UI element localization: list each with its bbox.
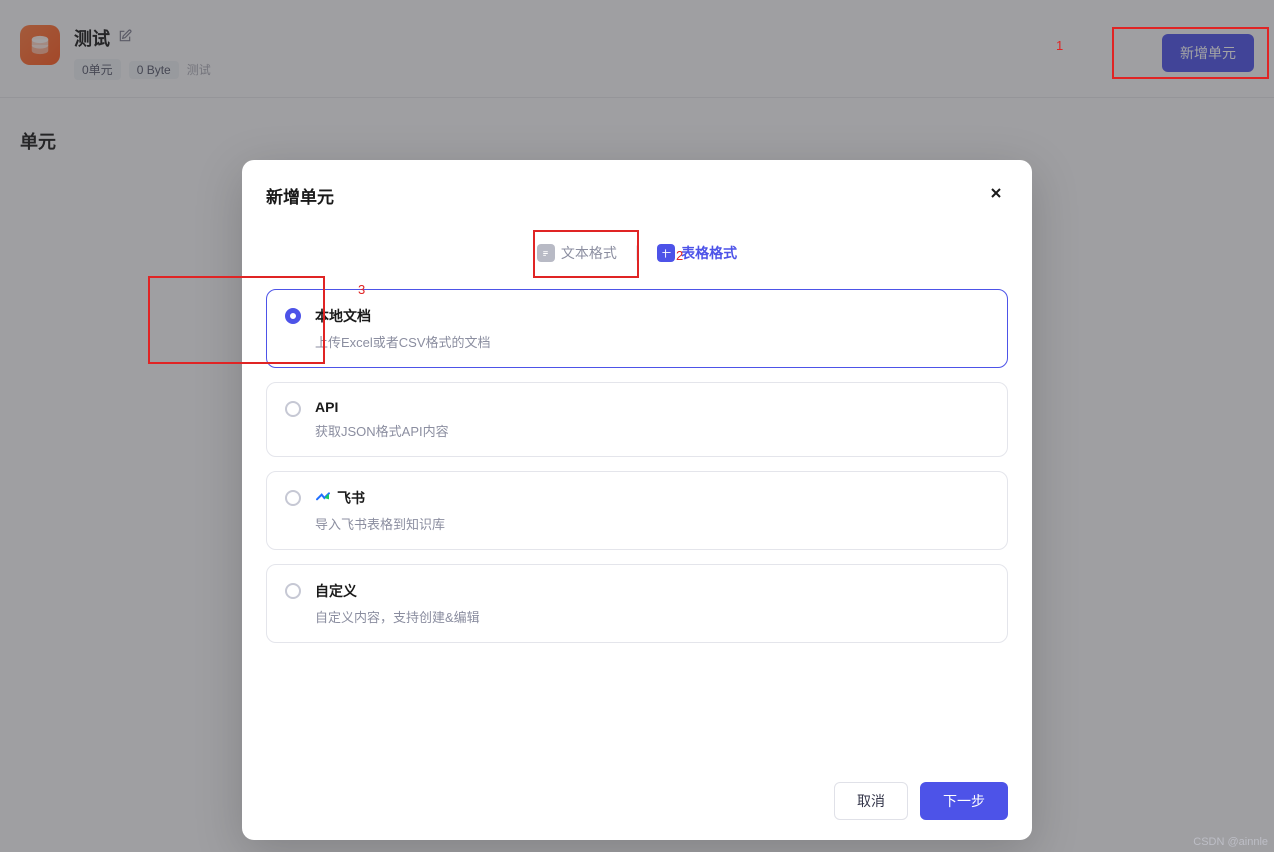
table-format-icon — [657, 244, 675, 262]
next-button[interactable]: 下一步 — [920, 782, 1008, 820]
modal-title: 新增单元 — [266, 183, 334, 208]
tab-text-format[interactable]: 文本格式 — [527, 237, 627, 269]
option-feishu[interactable]: 飞书 导入飞书表格到知识库 — [266, 471, 1008, 550]
option-body: 本地文档 上传Excel或者CSV格式的文档 — [315, 306, 491, 351]
feishu-icon — [315, 490, 331, 506]
tab-table-format[interactable]: 表格格式 — [647, 237, 747, 269]
modal-backdrop: 新增单元 文本格式 | 表格格式 — [0, 0, 1274, 852]
add-unit-modal: 新增单元 文本格式 | 表格格式 — [242, 160, 1032, 840]
radio-feishu[interactable] — [285, 490, 301, 506]
option-local-doc[interactable]: 本地文档 上传Excel或者CSV格式的文档 — [266, 289, 1008, 368]
source-options: 本地文档 上传Excel或者CSV格式的文档 API 获取JSON格式API内容… — [242, 289, 1032, 768]
option-desc: 获取JSON格式API内容 — [315, 421, 449, 440]
option-body: 飞书 导入飞书表格到知识库 — [315, 488, 445, 533]
option-desc: 自定义内容，支持创建&编辑 — [315, 607, 480, 626]
option-desc: 上传Excel或者CSV格式的文档 — [315, 332, 491, 351]
tab-separator: | — [635, 244, 639, 262]
text-format-icon — [537, 244, 555, 262]
radio-custom[interactable] — [285, 583, 301, 599]
option-desc: 导入飞书表格到知识库 — [315, 514, 445, 533]
option-body: 自定义 自定义内容，支持创建&编辑 — [315, 581, 480, 626]
option-title: API — [315, 399, 338, 415]
option-title: 飞书 — [337, 488, 365, 508]
option-api[interactable]: API 获取JSON格式API内容 — [266, 382, 1008, 457]
watermark: CSDN @ainnle — [1193, 836, 1268, 848]
modal-footer: 取消 下一步 — [242, 768, 1032, 824]
option-title: 自定义 — [315, 581, 357, 601]
radio-api[interactable] — [285, 401, 301, 417]
modal-header: 新增单元 — [242, 160, 1032, 219]
tab-text-label: 文本格式 — [561, 243, 617, 263]
option-custom[interactable]: 自定义 自定义内容，支持创建&编辑 — [266, 564, 1008, 643]
format-tabs: 文本格式 | 表格格式 — [242, 219, 1032, 289]
radio-local-doc[interactable] — [285, 308, 301, 324]
option-title: 本地文档 — [315, 306, 371, 326]
close-button[interactable] — [984, 180, 1008, 211]
option-body: API 获取JSON格式API内容 — [315, 399, 449, 440]
tab-table-label: 表格格式 — [681, 243, 737, 263]
cancel-button[interactable]: 取消 — [834, 782, 908, 820]
